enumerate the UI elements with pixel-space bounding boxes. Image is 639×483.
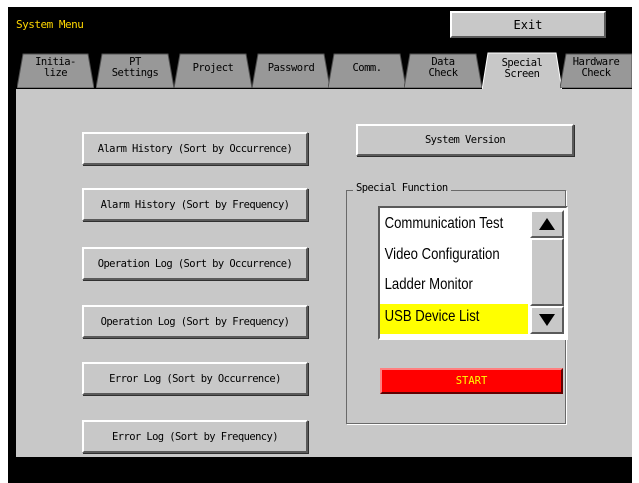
tab-comm[interactable]: Comm. (328, 48, 406, 88)
tab-data-check[interactable]: Data Check (404, 48, 482, 88)
tab-password[interactable]: Password (252, 48, 330, 88)
triangle-down-icon (539, 314, 555, 326)
tab-special-screen[interactable]: Special Screen (482, 47, 562, 90)
alarm-history-occurrence-button[interactable]: Alarm History (Sort by Occurrence) (82, 132, 308, 165)
tab-label: Project (192, 61, 234, 74)
tab-label: Password (267, 61, 315, 74)
triangle-up-icon (539, 218, 555, 230)
operation-log-frequency-button[interactable]: Operation Log (Sort by Frequency) (82, 305, 308, 338)
system-version-button[interactable]: System Version (356, 124, 574, 156)
list-item[interactable]: Video Configuration (383, 243, 506, 267)
tab-label: PT Settings (111, 56, 159, 79)
tab-project[interactable]: Project (174, 48, 252, 88)
list-item[interactable]: Communication Test (383, 212, 506, 236)
start-button[interactable]: START (380, 368, 563, 394)
operation-log-occurrence-button[interactable]: Operation Log (Sort by Occurrence) (82, 247, 308, 280)
tab-label: Hardware Check (572, 56, 620, 79)
window-title: System Menu (16, 18, 84, 31)
list-item[interactable]: Ladder Monitor (383, 273, 506, 297)
scroll-up-button[interactable] (530, 210, 564, 238)
list-item-selected[interactable]: USB Device List (383, 305, 506, 329)
tab-pt-settings[interactable]: PT Settings (96, 48, 174, 88)
error-log-frequency-button[interactable]: Error Log (Sort by Frequency) (82, 420, 308, 453)
tab-label: Data Check (428, 56, 458, 79)
exit-button[interactable]: Exit (450, 11, 606, 38)
tab-label: Special Screen (501, 56, 543, 80)
special-function-label: Special Function (353, 182, 451, 194)
error-log-occurrence-button[interactable]: Error Log (Sort by Occurrence) (82, 362, 308, 395)
tab-hardware-check[interactable]: Hardware Check (560, 48, 632, 88)
tab-label: Initia- lize (35, 56, 76, 79)
tab-label: Comm. (352, 61, 382, 74)
scrollbar-thumb[interactable] (530, 238, 564, 306)
special-function-listbox[interactable]: Communication Test Video Configuration L… (378, 206, 568, 340)
alarm-history-frequency-button[interactable]: Alarm History (Sort by Frequency) (82, 188, 308, 221)
tab-initialize[interactable]: Initia- lize (17, 48, 94, 88)
scroll-down-button[interactable] (530, 306, 564, 334)
